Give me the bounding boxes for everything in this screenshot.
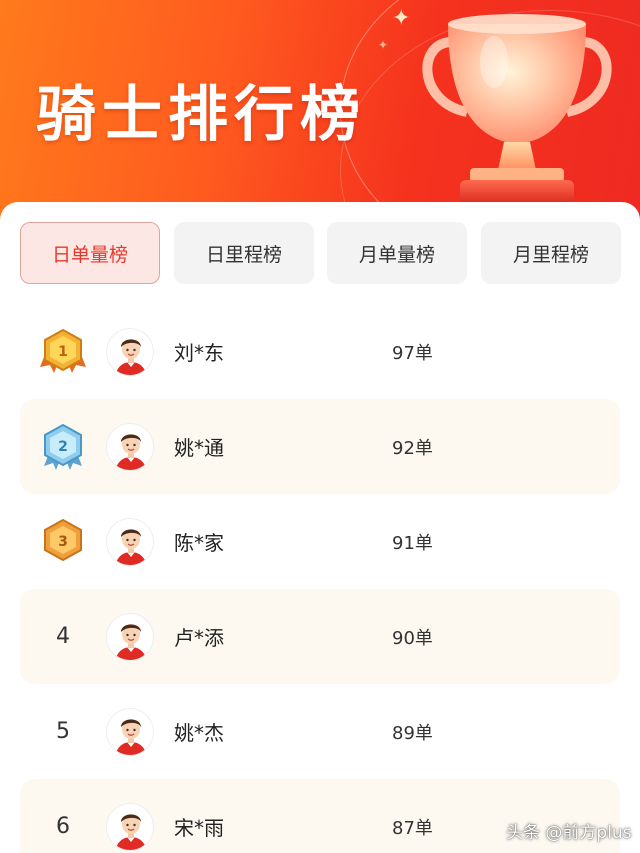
order-count: 89单	[392, 722, 433, 744]
order-count: 92单	[392, 437, 433, 459]
sparkle-icon: ✦	[378, 38, 389, 52]
bronze-medal-icon: 3	[44, 518, 82, 561]
rank-cell: 2	[38, 399, 88, 494]
rank-number: 2	[58, 439, 68, 455]
tab-monthly-orders[interactable]: 月单量榜	[327, 222, 467, 284]
rider-row[interactable]: 4 卢*添 90单	[20, 589, 620, 684]
rank-number: 3	[58, 534, 68, 550]
rider-name: 宋*雨	[174, 816, 224, 840]
sparkle-icon: ✦	[392, 6, 411, 31]
trophy-icon	[422, 14, 612, 206]
page-title: 骑士排行榜	[36, 80, 366, 150]
rank-cell: 6	[38, 779, 88, 853]
avatar	[106, 803, 154, 851]
rank-cell: 5	[38, 684, 88, 779]
rider-name: 刘*东	[174, 341, 224, 365]
avatar	[106, 328, 154, 376]
rider-row[interactable]: 5 姚*杰 89单	[20, 684, 620, 779]
order-count: 91单	[392, 532, 433, 554]
tab-daily-orders[interactable]: 日单量榜	[20, 222, 160, 284]
silver-medal-icon: 2	[44, 423, 82, 470]
leaderboard-card: 日单量榜 日里程榜 月单量榜 月里程榜 1 刘*东 97单 2 姚*通 92单 …	[0, 202, 640, 853]
avatar	[106, 613, 154, 661]
rank-cell: 1	[38, 304, 88, 399]
rider-name: 卢*添	[174, 626, 224, 650]
tab-monthly-mileage[interactable]: 月里程榜	[481, 222, 621, 284]
rank-cell: 4	[38, 589, 88, 684]
order-count: 87单	[392, 817, 433, 839]
rider-name: 姚*通	[174, 436, 224, 460]
rank-number: 4	[56, 624, 70, 649]
rank-number: 6	[56, 814, 70, 839]
rider-row[interactable]: 3 陈*家 91单	[20, 494, 620, 589]
tab-daily-mileage[interactable]: 日里程榜	[174, 222, 314, 284]
order-count: 97单	[392, 342, 433, 364]
header-banner: 骑士排行榜 ✦ ✦	[0, 0, 640, 230]
watermark: 头条 @前方plus	[506, 823, 632, 843]
rank-number: 1	[58, 344, 68, 360]
order-count: 90单	[392, 627, 433, 649]
gold-medal-icon: 1	[40, 328, 86, 373]
rider-row[interactable]: 1 刘*东 97单	[20, 304, 620, 399]
rider-name: 姚*杰	[174, 721, 224, 745]
ranking-tabs: 日单量榜 日里程榜 月单量榜 月里程榜	[20, 222, 621, 286]
rank-number: 5	[56, 719, 70, 744]
rider-list: 1 刘*东 97单 2 姚*通 92单 3 陈*家 91单 4 卢*添 90单 …	[20, 304, 620, 853]
rider-name: 陈*家	[174, 531, 224, 555]
avatar	[106, 518, 154, 566]
leaderboard-page: 骑士排行榜 ✦ ✦ 日单量榜 日里程榜 月单量榜 月里程榜 1 刘*东 97单 …	[0, 0, 640, 853]
rider-row[interactable]: 2 姚*通 92单	[20, 399, 620, 494]
avatar	[106, 423, 154, 471]
avatar	[106, 708, 154, 756]
rank-cell: 3	[38, 494, 88, 589]
